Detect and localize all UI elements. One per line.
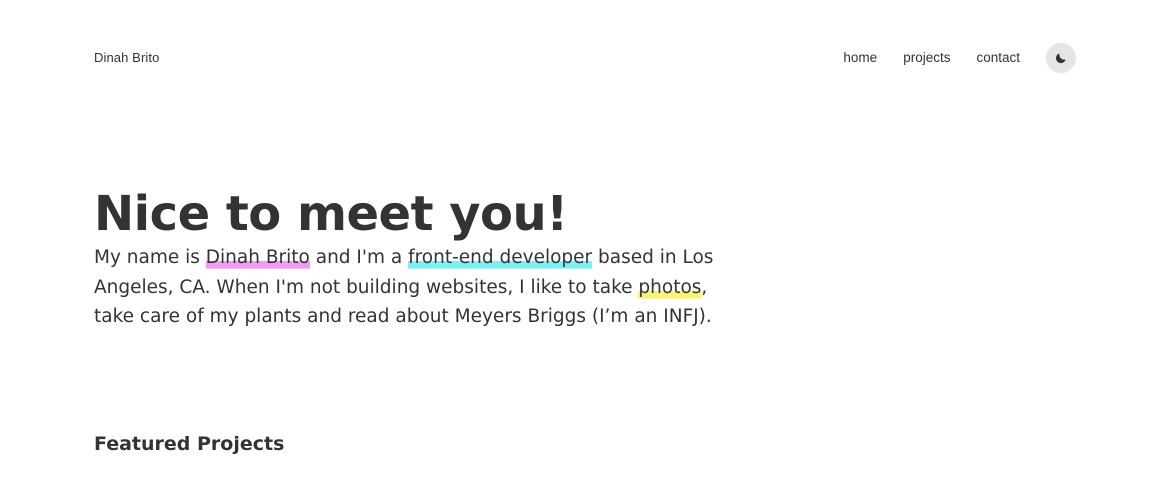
highlight-role: front-end developer (408, 247, 593, 269)
nav-home-link[interactable]: home (843, 42, 877, 74)
moon-icon (1055, 53, 1066, 64)
main-nav: home projects contact (817, 42, 1076, 74)
brand-link[interactable]: Dinah Brito (94, 50, 159, 65)
photos-link[interactable]: photos (638, 276, 702, 299)
hero-section: Nice to meet you! My name is Dinah Brito… (94, 185, 754, 332)
nav-contact-link[interactable]: contact (976, 42, 1020, 74)
projects-fade (80, 490, 1090, 500)
intro-text-2: and I'm a (309, 247, 409, 268)
site-header: Dinah Brito home projects contact (94, 0, 1076, 116)
featured-projects-heading: Featured Projects (94, 433, 285, 455)
hero-title: Nice to meet you! (94, 186, 568, 242)
theme-toggle-button[interactable] (1046, 43, 1076, 73)
highlight-name: Dinah Brito (205, 247, 310, 269)
nav-projects-link[interactable]: projects (903, 42, 950, 74)
hero-intro: My name is Dinah Brito and I'm a front-e… (94, 243, 744, 332)
intro-text-1: My name is (94, 247, 206, 268)
